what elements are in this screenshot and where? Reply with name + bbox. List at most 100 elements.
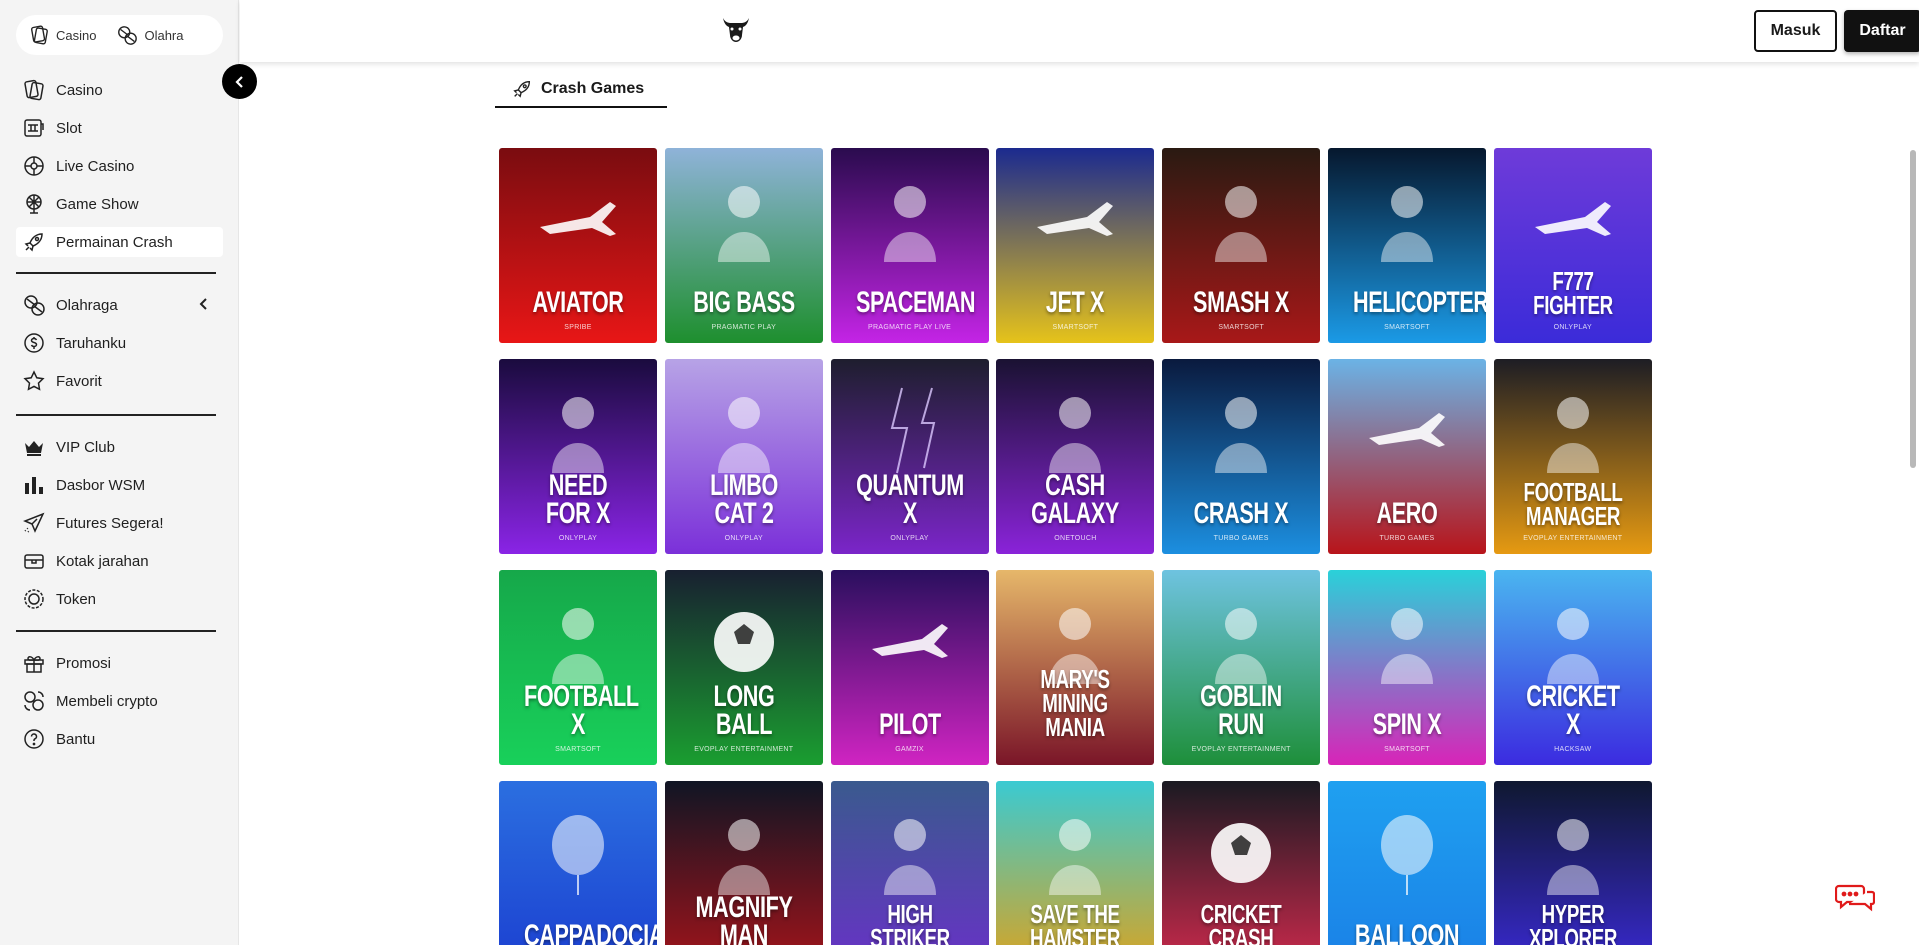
nav-item-casino[interactable]: Casino (16, 75, 223, 105)
game-card[interactable]: MAGNIFY MAN (664, 781, 823, 945)
game-art-icon (1211, 823, 1272, 883)
game-title: QUANTUM X (855, 469, 964, 530)
nav-label: Casino (56, 81, 103, 99)
nav-label: VIP Club (56, 438, 115, 456)
coin-icon (24, 333, 44, 353)
cards-icon (30, 25, 48, 45)
game-card[interactable]: PILOT GAMZIX (830, 570, 989, 765)
product-switch: Casino Olahra (16, 15, 223, 55)
game-card[interactable]: BALLOON (1327, 781, 1486, 945)
sidebar-divider (16, 272, 216, 274)
game-card[interactable]: LONG BALL EVOPLAY ENTERTAINMENT (664, 570, 823, 765)
nav-item-vip-club[interactable]: VIP Club (16, 432, 223, 462)
nav-item-olahraga[interactable]: Olahraga (16, 290, 223, 320)
game-title: CAPPADOCIA (524, 919, 657, 945)
nav-item-live-casino[interactable]: Live Casino (16, 151, 223, 181)
game-art-icon (552, 815, 604, 895)
tab-crash-games[interactable]: Crash Games (495, 72, 667, 108)
game-card[interactable]: HELICOPTERX SMARTSOFT (1327, 148, 1486, 343)
game-art-icon (1037, 202, 1114, 236)
game-provider: SMARTSOFT (1052, 324, 1099, 331)
game-provider: EVOPLAY ENTERTAINMENT (694, 746, 794, 753)
game-title: AVIATOR (532, 286, 624, 319)
game-title: CRICKET CRASH (1200, 899, 1282, 945)
game-title: SMASH X (1193, 286, 1290, 319)
nav-label: Permainan Crash (56, 233, 173, 251)
game-card[interactable]: MARY'S MINING MANIA (996, 570, 1155, 765)
game-card[interactable]: HIGH STRIKER (830, 781, 989, 945)
token-icon (24, 589, 44, 609)
game-card[interactable]: CRASH X TURBO GAMES (1162, 359, 1321, 554)
game-title: FOOTBALL X (524, 680, 639, 741)
switch-sports[interactable]: Olahra (116, 24, 184, 46)
game-card[interactable]: QUANTUM X ONLYPLAY (830, 359, 989, 554)
nav-item-slot[interactable]: Slot (16, 113, 223, 143)
crown-icon (25, 441, 43, 456)
rocket-icon (513, 80, 531, 98)
chevron-left-icon[interactable] (197, 297, 211, 311)
game-card[interactable]: LIMBO CAT 2 ONLYPLAY (664, 359, 823, 554)
game-card[interactable]: F777 FIGHTER ONLYPLAY (1493, 148, 1652, 343)
switch-casino-label: Casino (56, 27, 97, 43)
game-title: PILOT (878, 708, 941, 741)
game-art-icon (717, 819, 770, 895)
game-card[interactable]: AVIATOR SPRIBE (499, 148, 657, 343)
nav-item-kotak-jarahan[interactable]: Kotak jarahan (16, 546, 223, 576)
game-card[interactable]: SAVE THE HAMSTER (996, 781, 1155, 945)
nav-item-bantu[interactable]: Bantu (16, 724, 223, 754)
game-card[interactable]: SPIN X SMARTSOFT (1327, 570, 1486, 765)
game-title: NEED FOR X (545, 469, 611, 530)
nav-label: Live Casino (56, 157, 135, 175)
game-card[interactable]: HYPER XPLORER (1493, 781, 1652, 945)
game-card[interactable]: AERO TURBO GAMES (1327, 359, 1486, 554)
game-title: SPIN X (1372, 708, 1442, 741)
game-title: GOBLIN RUN (1200, 680, 1283, 741)
game-card[interactable]: SPACEMAN PRAGMATIC PLAY LIVE (830, 148, 989, 343)
nav-item-favorit[interactable]: Favorit (16, 366, 223, 396)
game-card[interactable]: FOOTBALL MANAGER EVOPLAY ENTERTAINMENT (1493, 359, 1652, 554)
game-card[interactable]: SMASH X SMARTSOFT (1162, 148, 1321, 343)
game-title: AERO (1376, 497, 1438, 530)
nav-item-dasbor-wsm[interactable]: Dasbor WSM (16, 470, 223, 500)
nav-item-permainan-crash[interactable]: Permainan Crash (16, 227, 223, 257)
game-card[interactable]: BIG BASS PRAGMATIC PLAY (664, 148, 823, 343)
nav-item-game-show[interactable]: Game Show (16, 189, 223, 219)
sidebar-collapse-button[interactable] (222, 64, 257, 99)
nav-group-more: Promosi Membeli crypto Bantu (16, 648, 223, 762)
game-art-icon (871, 624, 948, 658)
nav-item-membeli-crypto[interactable]: Membeli crypto (16, 686, 223, 716)
rocket-icon (24, 233, 43, 252)
nav-item-futures[interactable]: Futures Segera! (16, 508, 223, 538)
nav-item-token[interactable]: Token (16, 584, 223, 614)
bull-logo-icon[interactable] (719, 12, 753, 46)
game-art-icon (717, 397, 770, 473)
game-title: HYPER XPLORER (1528, 899, 1617, 945)
game-art-icon (552, 397, 604, 473)
game-card[interactable]: JET X SMARTSOFT (996, 148, 1155, 343)
game-provider: TURBO GAMES (1379, 535, 1435, 542)
nav-item-taruhanku[interactable]: Taruhanku (16, 328, 223, 358)
game-art-icon (1380, 608, 1433, 684)
game-title: HIGH STRIKER (869, 899, 950, 945)
game-art-icon (713, 612, 774, 672)
game-grid: AVIATOR SPRIBE BIG BASS PRAGMATIC PLAY SPACE… (499, 148, 1652, 945)
game-card[interactable]: NEED FOR X ONLYPLAY (499, 359, 657, 554)
chat-icon[interactable] (1835, 882, 1875, 918)
help-icon (24, 729, 44, 749)
game-art-icon (1215, 608, 1268, 684)
game-card[interactable]: CASH GALAXY ONETOUCH (996, 359, 1155, 554)
switch-casino[interactable]: Casino (28, 24, 96, 46)
nav-label: Kotak jarahan (56, 552, 149, 570)
register-button[interactable]: Daftar (1844, 10, 1919, 52)
nav-item-promosi[interactable]: Promosi (16, 648, 223, 678)
game-title: CASH GALAXY (1031, 469, 1120, 530)
game-card[interactable]: CRICKET X HACKSAW (1493, 570, 1652, 765)
game-card[interactable]: CAPPADOCIA (499, 781, 657, 945)
page-scrollbar[interactable] (1910, 150, 1916, 468)
game-card[interactable]: FOOTBALL X SMARTSOFT (499, 570, 657, 765)
login-button[interactable]: Masuk (1754, 10, 1837, 52)
game-provider: HACKSAW (1554, 746, 1592, 753)
app-root: Casino Olahra Casino Slot Live Casino Ga… (0, 0, 1919, 945)
game-card[interactable]: CRICKET CRASH (1162, 781, 1321, 945)
game-card[interactable]: GOBLIN RUN EVOPLAY ENTERTAINMENT (1162, 570, 1321, 765)
